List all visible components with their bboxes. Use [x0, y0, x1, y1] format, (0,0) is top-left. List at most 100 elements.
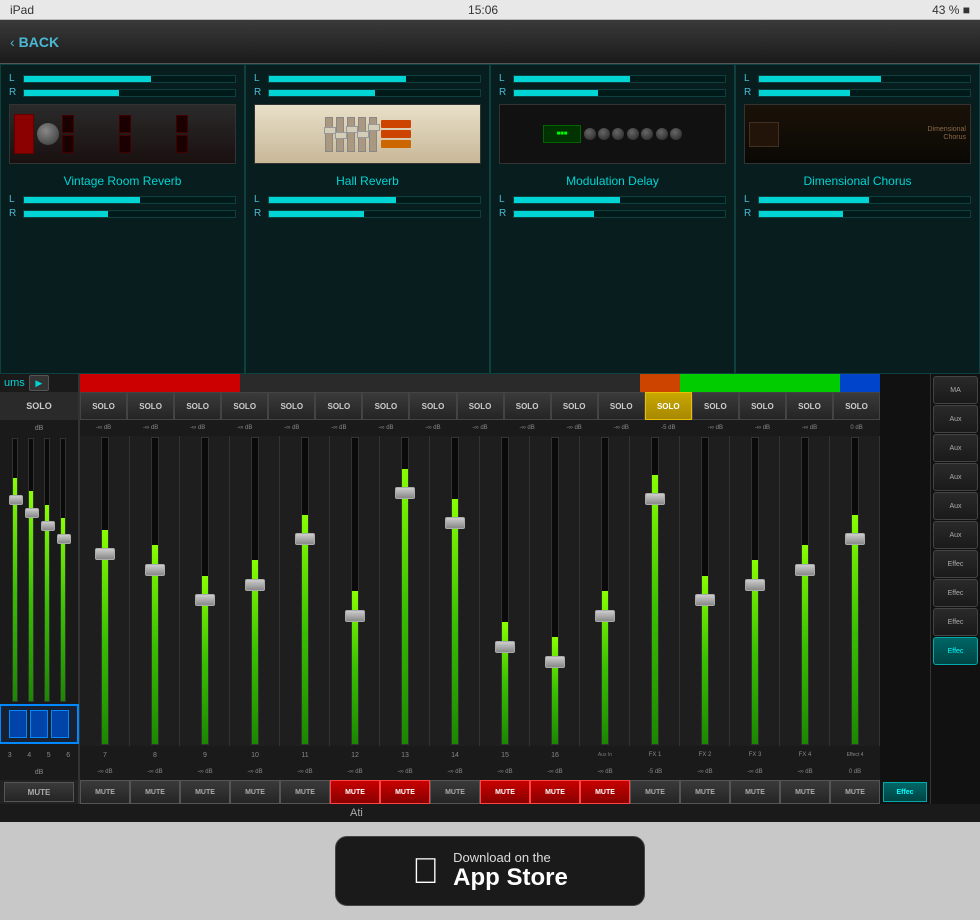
channel-auxin	[580, 436, 630, 746]
appstore-banner:  Download on the App Store	[0, 822, 980, 920]
hr-device	[254, 104, 481, 164]
vrr-device	[9, 104, 236, 164]
effect-meters-bottom-3: L R	[499, 194, 726, 219]
mixer-section: ums ▶	[0, 374, 980, 804]
solo-btn-3[interactable]: SOLO	[80, 392, 127, 420]
device-label: iPad	[10, 3, 34, 17]
appstore-button[interactable]:  Download on the App Store	[335, 836, 645, 906]
mute-btn-7[interactable]: MUTE	[80, 780, 130, 804]
channel-7	[80, 436, 130, 746]
sidebar-effec4-label: Effec	[948, 648, 964, 655]
dc-device: DimensionalChorus	[744, 104, 971, 164]
mute-btn-12-active[interactable]: MUTE	[330, 780, 380, 804]
meter-l-bar-1	[23, 75, 236, 83]
solo-btn-14[interactable]: SOLO	[598, 392, 645, 420]
meter-r-label: R	[9, 87, 19, 98]
channel-fx4	[780, 436, 830, 746]
mute-btn-fx4[interactable]: MUTE	[780, 780, 830, 804]
back-label: BACK	[19, 34, 59, 50]
mute-btn-fx1[interactable]: MUTE	[630, 780, 680, 804]
effect-name-2: Hall Reverb	[336, 174, 399, 188]
track-label: ums	[4, 377, 25, 389]
channel-14	[430, 436, 480, 746]
solo-btn-fx4[interactable]: SOLO	[786, 392, 833, 420]
meter-r-bar-1	[23, 89, 236, 97]
mute-btn-15-active[interactable]: MUTE	[480, 780, 530, 804]
sidebar-aux2-btn[interactable]: Aux	[933, 434, 978, 462]
sidebar-aux1-label: Aux	[949, 416, 961, 423]
sidebar-effec1-btn[interactable]: Effec	[933, 550, 978, 578]
mute-btn-fx3[interactable]: MUTE	[730, 780, 780, 804]
sidebar-aux3-label: Aux	[949, 474, 961, 481]
mute-btn-drums[interactable]: MUTE	[4, 782, 74, 802]
effect-meters-top-1: L R	[9, 73, 236, 98]
mute-btn-auxin-active[interactable]: MUTE	[580, 780, 630, 804]
effect-slot-4[interactable]: L R DimensionalChorus Dimensional Chorus…	[735, 64, 980, 374]
apple-icon: 	[412, 853, 439, 889]
status-bar: iPad 15:06 43 % ■	[0, 0, 980, 20]
sidebar-effec4-btn[interactable]: Effec	[933, 637, 978, 665]
effect-name-3: Modulation Delay	[566, 174, 659, 188]
solo-btn-fx2[interactable]: SOLO	[692, 392, 739, 420]
sidebar-aux4-btn[interactable]: Aux	[933, 492, 978, 520]
mute-btn-13-active[interactable]: MUTE	[380, 780, 430, 804]
solo-left-label: SOLO	[26, 401, 52, 411]
solo-btn-6[interactable]: SOLO	[221, 392, 268, 420]
channel-16	[530, 436, 580, 746]
sidebar-aux2-label: Aux	[949, 445, 961, 452]
effect-name-1: Vintage Room Reverb	[64, 174, 182, 188]
mute-btn-fx2[interactable]: MUTE	[680, 780, 730, 804]
effect-name-4: Dimensional Chorus	[803, 174, 911, 188]
solo-btn-11[interactable]: SOLO	[457, 392, 504, 420]
mute-btn-14[interactable]: MUTE	[430, 780, 480, 804]
effect-slot-1[interactable]: L R Vintage Room Reverb L	[0, 64, 245, 374]
sidebar-aux1-btn[interactable]: Aux	[933, 405, 978, 433]
solo-btn-5[interactable]: SOLO	[174, 392, 221, 420]
mute-btn-eff4[interactable]: MUTE	[830, 780, 880, 804]
channel-13	[380, 436, 430, 746]
channel-fx2	[680, 436, 730, 746]
effect-slot-2[interactable]: L R	[245, 64, 490, 374]
effect-meters-top-4: L R	[744, 73, 971, 98]
solo-btn-13[interactable]: SOLO	[551, 392, 598, 420]
battery-label: 43 % ■	[932, 3, 970, 17]
sidebar-aux3-btn[interactable]: Aux	[933, 463, 978, 491]
sidebar-aux5-btn[interactable]: Aux	[933, 521, 978, 549]
mute-btn-10[interactable]: MUTE	[230, 780, 280, 804]
solo-btn-7[interactable]: SOLO	[268, 392, 315, 420]
sidebar-effec2-btn[interactable]: Effec	[933, 579, 978, 607]
appstore-download-label: Download on the	[453, 850, 568, 865]
sidebar-aux4-label: Aux	[949, 503, 961, 510]
sidebar-main-btn[interactable]: MA	[933, 376, 978, 404]
solo-btn-fx3[interactable]: SOLO	[739, 392, 786, 420]
solo-btn-12[interactable]: SOLO	[504, 392, 551, 420]
play-button[interactable]: ▶	[29, 375, 49, 391]
mute-btn-8[interactable]: MUTE	[130, 780, 180, 804]
effect-meters-bottom-1: L R	[9, 194, 236, 219]
mute-btn-9[interactable]: MUTE	[180, 780, 230, 804]
sidebar-main-label: MA	[950, 387, 961, 394]
channel-8	[130, 436, 180, 746]
solo-btn-8[interactable]: SOLO	[315, 392, 362, 420]
mute-btn-right[interactable]: Effec	[883, 782, 927, 802]
meter-l-label: L	[9, 73, 19, 84]
play-icon: ▶	[35, 378, 42, 389]
mute-btn-11[interactable]: MUTE	[280, 780, 330, 804]
time-label: 15:06	[468, 3, 498, 17]
meter-l-bar-2	[268, 75, 481, 83]
mute-btn-16-active[interactable]: MUTE	[530, 780, 580, 804]
effect-meters-bottom-2: L R	[254, 194, 481, 219]
solo-btn-4[interactable]: SOLO	[127, 392, 174, 420]
back-button[interactable]: ‹ BACK	[10, 34, 59, 50]
mixer-main: ums ▶	[0, 374, 930, 804]
effect-meters-top-3: L R	[499, 73, 726, 98]
channel-fx3	[730, 436, 780, 746]
solo-btn-10[interactable]: SOLO	[409, 392, 456, 420]
channel-12	[330, 436, 380, 746]
md-device: ■■■	[499, 104, 726, 164]
solo-btn-9[interactable]: SOLO	[362, 392, 409, 420]
solo-btn-fx1[interactable]: SOLO	[645, 392, 692, 420]
sidebar-effec3-btn[interactable]: Effec	[933, 608, 978, 636]
effect-slot-3[interactable]: L R ■■■	[490, 64, 735, 374]
solo-btn-eff[interactable]: SOLO	[833, 392, 880, 420]
